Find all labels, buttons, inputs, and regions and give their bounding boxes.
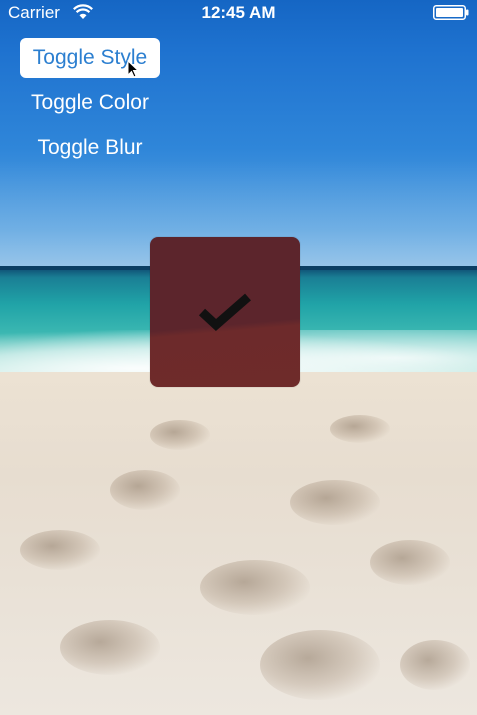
status-time: 12:45 AM xyxy=(201,3,276,22)
footprint xyxy=(20,530,100,570)
status-bar: Carrier 12:45 AM xyxy=(0,0,477,26)
footprint xyxy=(290,480,380,525)
footprint xyxy=(200,560,310,615)
footprint xyxy=(150,420,210,450)
checkmark-icon xyxy=(199,293,251,332)
footprint xyxy=(400,640,470,690)
footprint xyxy=(370,540,450,585)
mouse-cursor-icon xyxy=(127,60,139,78)
footprint xyxy=(330,415,390,443)
footprint xyxy=(110,470,180,510)
toggle-style-button[interactable]: Toggle Style xyxy=(20,38,160,78)
footprint xyxy=(60,620,160,675)
toggle-blur-button[interactable]: Toggle Blur xyxy=(20,128,160,168)
hud-overlay xyxy=(150,237,300,387)
footprint xyxy=(260,630,380,700)
battery-icon xyxy=(433,5,469,20)
toggle-color-button[interactable]: Toggle Color xyxy=(20,83,160,123)
